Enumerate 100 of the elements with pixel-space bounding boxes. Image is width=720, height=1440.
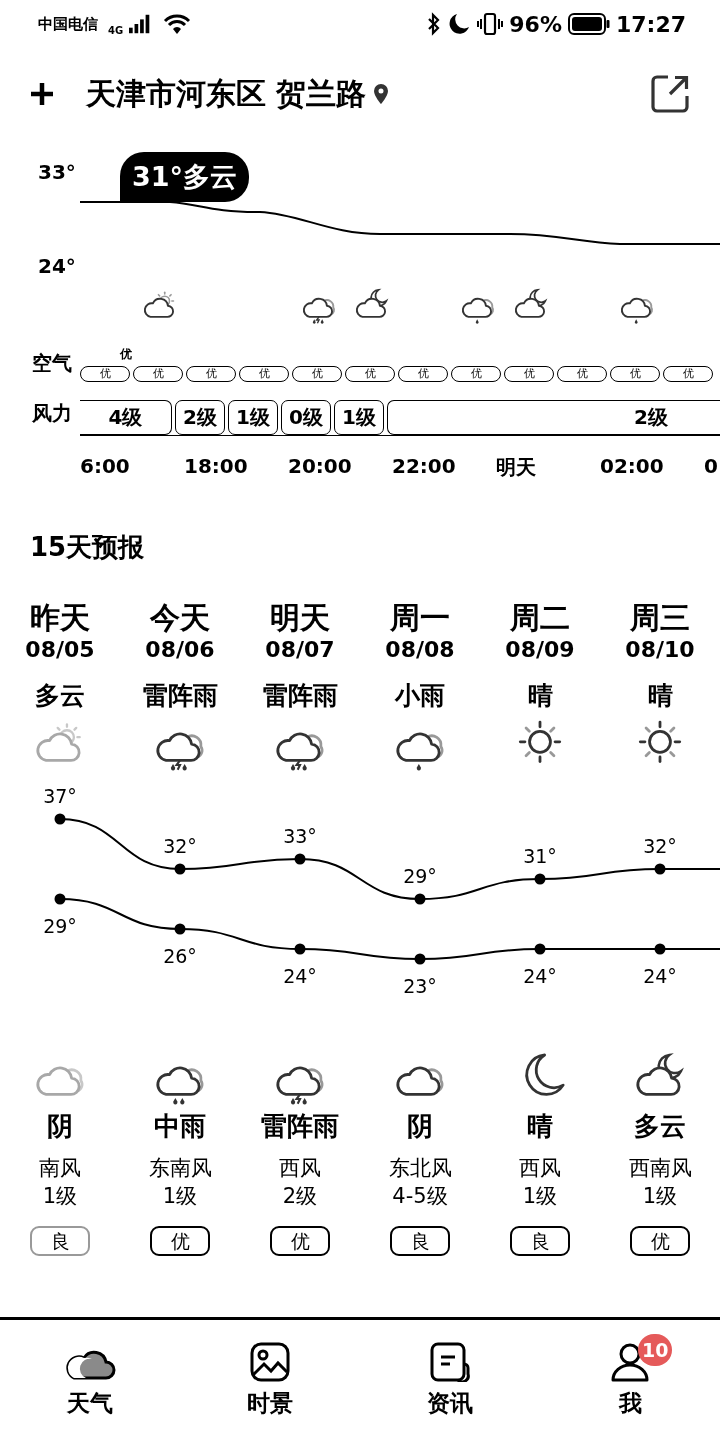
wind-level: 1级 — [522, 1183, 558, 1210]
share-icon[interactable] — [650, 74, 690, 114]
temperature-point — [414, 953, 426, 965]
day-name: 周二 — [510, 600, 570, 636]
temperature-label: 26° — [163, 945, 197, 967]
wind-level: 2级 — [282, 1183, 318, 1210]
wind-label: 风力 — [31, 400, 73, 427]
temperature-point — [174, 863, 186, 875]
wind-level: 1级 — [42, 1183, 78, 1210]
temperature-point — [414, 893, 426, 905]
temperature-label: 32° — [163, 835, 197, 857]
battery-percent: 96% — [509, 11, 562, 37]
wind-level-segment: 1级 — [334, 400, 384, 435]
day-date: 08/07 — [265, 636, 335, 664]
hour-label: 明天 — [496, 454, 537, 481]
temperature-point — [54, 893, 66, 905]
wind-level: 1级 — [642, 1183, 678, 1210]
bluetooth-icon — [427, 12, 442, 36]
day-date: 08/09 — [505, 636, 575, 664]
day-name: 明天 — [270, 600, 330, 636]
wifi-icon — [163, 13, 192, 35]
night-weather: 多云 — [634, 1110, 686, 1143]
day-date: 08/10 — [625, 636, 695, 664]
air-quality-pill: 优 — [663, 366, 713, 382]
air-quality-badge: 良 — [390, 1226, 450, 1256]
temperature-label: 31° — [523, 845, 557, 867]
temperature-label: 29° — [43, 915, 77, 937]
night-weather: 雷阵雨 — [261, 1110, 339, 1143]
wind-direction: 西南风 — [628, 1155, 692, 1182]
battery-icon — [567, 13, 610, 35]
night-weather: 晴 — [527, 1110, 553, 1143]
wind-direction: 西风 — [279, 1155, 321, 1182]
day-weather: 雷阵雨 — [142, 680, 218, 712]
hour-label: 6:00 — [80, 454, 131, 480]
day-weather: 晴 — [647, 680, 673, 712]
day-weather: 小雨 — [395, 680, 445, 712]
nav-tab[interactable]: 资讯 — [360, 1320, 540, 1440]
day-name: 今天 — [150, 600, 210, 636]
day-name: 周一 — [390, 600, 450, 636]
hour-label: 0 — [704, 454, 718, 480]
add-icon[interactable] — [30, 82, 54, 106]
wind-direction: 西风 — [519, 1155, 561, 1182]
vibrate-icon — [477, 12, 504, 36]
nav-tab[interactable]: 天气 — [0, 1320, 180, 1440]
nav-tab[interactable]: 时景 — [180, 1320, 360, 1440]
wind-level-segment: 2级 — [387, 400, 720, 435]
location-title[interactable]: 天津市河东区 贺兰路 — [86, 73, 367, 115]
axis-label: 24° — [38, 254, 77, 278]
air-quality-badge: 优 — [270, 1226, 330, 1256]
carrier-name: 中国电信 — [38, 14, 98, 34]
wind-direction: 东北风 — [388, 1155, 452, 1182]
night-weather: 阴 — [47, 1110, 73, 1143]
hour-label: 22:00 — [392, 454, 457, 480]
day-date: 08/05 — [25, 636, 95, 664]
nav-tab[interactable]: 10 我 — [540, 1320, 720, 1440]
wind-level-segment: 2级 — [175, 400, 225, 435]
moon-icon — [447, 12, 472, 36]
temperature-label: 24° — [523, 965, 557, 987]
temperature-point — [294, 943, 306, 955]
wind-level: 4-5级 — [392, 1183, 448, 1210]
night-weather: 阴 — [407, 1110, 433, 1143]
day-name: 昨天 — [30, 600, 90, 636]
temperature-point — [294, 853, 306, 865]
day-weather: 雷阵雨 — [262, 680, 338, 712]
temperature-point — [654, 943, 666, 955]
wind-level: 1级 — [162, 1183, 198, 1210]
section-title: 15天预报 — [29, 531, 146, 564]
wind-direction: 南风 — [39, 1155, 81, 1182]
hour-label: 02:00 — [600, 454, 665, 480]
wind-level-segment: 4级 — [80, 400, 172, 435]
temperature-point — [174, 923, 186, 935]
temperature-label: 37° — [43, 785, 77, 807]
notification-badge: 10 — [638, 1334, 673, 1366]
temperature-point — [654, 863, 666, 875]
day-weather: 晴 — [527, 680, 553, 712]
air-quality-badge: 优 — [630, 1226, 690, 1256]
network-type: 4G — [108, 24, 124, 36]
wind-direction: 东南风 — [148, 1155, 212, 1182]
temperature-point — [54, 813, 66, 825]
wind-level-segment: 1级 — [228, 400, 278, 435]
temperature-label: 29° — [403, 865, 437, 887]
axis-label: 33° — [38, 160, 77, 184]
temperature-label: 24° — [643, 965, 677, 987]
night-weather: 中雨 — [154, 1110, 206, 1143]
hour-label: 18:00 — [184, 454, 249, 480]
image-icon — [248, 1342, 292, 1382]
air-quality-badge: 良 — [30, 1226, 90, 1256]
temperature-point — [534, 943, 546, 955]
document-icon — [428, 1342, 472, 1382]
air-label: 空气 — [31, 350, 73, 377]
location-pin-icon — [374, 84, 389, 104]
temperature-label: 33° — [283, 825, 317, 847]
wind-level-segment: 0级 — [281, 400, 331, 435]
hour-label: 20:00 — [288, 454, 353, 480]
temperature-label: 23° — [403, 975, 437, 997]
temperature-label: 24° — [283, 965, 317, 987]
air-peak-label: 优 — [120, 346, 133, 363]
air-quality-badge: 优 — [150, 1226, 210, 1256]
day-date: 08/06 — [145, 636, 215, 664]
current-weather-bubble: 31°多云 — [120, 152, 250, 202]
